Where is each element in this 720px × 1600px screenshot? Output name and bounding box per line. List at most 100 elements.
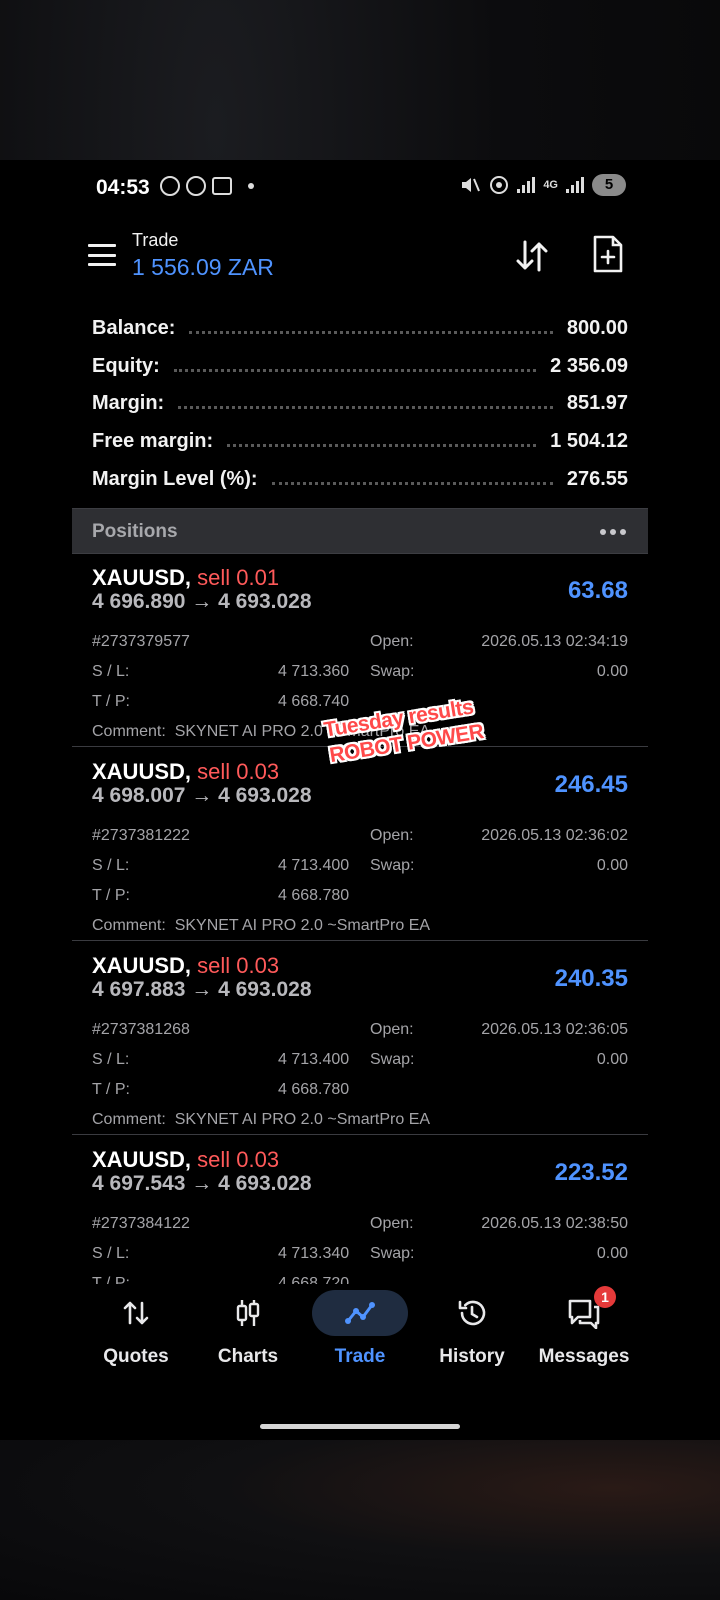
whatsapp-icon — [186, 176, 206, 196]
status-bar: 04:53 4G 5 — [0, 160, 720, 214]
position-prices: 4 697.543 → 4 693.028 — [92, 1172, 312, 1195]
header-balance: 1 556.09 ZAR — [132, 254, 274, 280]
dotted-leader — [178, 406, 553, 410]
trade-icon — [312, 1290, 408, 1336]
position-side: sell 0.03 — [197, 953, 280, 978]
history-icon — [424, 1290, 520, 1336]
summary-value: 1 504.12 — [550, 430, 628, 453]
position-profit: 240.35 — [554, 965, 628, 992]
swap-label: Swap: — [370, 1245, 415, 1262]
position-item[interactable]: XAUUSD, sell 0.03 4 697.883 → 4 693.028 … — [72, 941, 648, 1135]
summary-row-equity: Equity: 2 356.09 — [92, 348, 628, 386]
summary-value: 276.55 — [566, 467, 628, 490]
position-item[interactable]: XAUUSD, sell 0.03 4 698.007 → 4 693.028 … — [72, 747, 648, 941]
open-label: Open: — [370, 1021, 414, 1038]
summary-value: 800.00 — [566, 317, 628, 340]
page-title: Trade — [132, 230, 179, 250]
whatsapp-icon — [160, 176, 180, 196]
nav-history[interactable]: History — [416, 1284, 528, 1380]
sl-value: 4 713.400 — [278, 1051, 350, 1068]
menu-icon[interactable] — [88, 244, 116, 266]
sl-value: 4 713.400 — [278, 857, 350, 874]
summary-row-free-margin: Free margin: 1 504.12 — [92, 423, 628, 461]
nav-label: Trade — [334, 1346, 386, 1367]
tp-label: T / P: — [92, 887, 130, 904]
summary-row-margin: Margin: 851.97 — [92, 385, 628, 423]
sl-label: S / L: — [92, 857, 130, 874]
swap-label: Swap: — [370, 663, 415, 680]
summary-value: 851.97 — [566, 392, 628, 415]
positions-header: Positions — [72, 508, 648, 554]
summary-label: Margin Level (%): — [92, 467, 258, 490]
position-ticket: #2737381222 — [92, 827, 190, 844]
more-options-icon[interactable] — [600, 529, 626, 535]
sl-label: S / L: — [92, 1245, 130, 1262]
swap-label: Swap: — [370, 857, 415, 874]
summary-row-margin-level: Margin Level (%): 276.55 — [92, 460, 628, 498]
swap-value: 0.00 — [596, 1051, 628, 1068]
sl-label: S / L: — [92, 663, 130, 680]
sort-icon[interactable] — [514, 238, 550, 274]
dotted-leader — [189, 331, 553, 335]
quotes-icon — [88, 1290, 184, 1336]
nav-label: Charts — [217, 1346, 279, 1367]
nav-trade[interactable]: Trade — [304, 1284, 416, 1380]
phone-screen: 04:53 4G 5 Trade 1 556.09 ZAR Balance: 8… — [0, 160, 720, 1440]
signal-icon — [517, 177, 536, 193]
battery-icon: 5 — [592, 174, 626, 196]
position-side: sell 0.03 — [197, 1147, 280, 1172]
dotted-leader — [173, 368, 537, 372]
network-type-label: 4G — [543, 179, 558, 191]
summary-value: 2 356.09 — [550, 354, 628, 377]
bottom-navigation: Quotes Charts Trade History 1 Messages — [72, 1284, 648, 1380]
tp-label: T / P: — [92, 693, 130, 710]
new-order-icon[interactable] — [592, 234, 624, 274]
open-time: 2026.05.13 02:38:50 — [481, 1215, 628, 1232]
summary-label: Equity: — [92, 354, 160, 377]
swap-value: 0.00 — [596, 857, 628, 874]
position-comment: Comment: SKYNET AI PRO 2.0 ~SmartPro EA — [92, 917, 431, 934]
nav-quotes[interactable]: Quotes — [80, 1284, 192, 1380]
position-profit: 223.52 — [554, 1159, 628, 1186]
nav-label: Quotes — [103, 1346, 169, 1367]
open-time: 2026.05.13 02:36:05 — [481, 1021, 628, 1038]
sl-value: 4 713.360 — [278, 663, 350, 680]
system-icons: 4G 5 — [459, 174, 626, 196]
swap-label: Swap: — [370, 1051, 415, 1068]
position-ticket: #2737384122 — [92, 1215, 190, 1232]
background-blur-bottom — [0, 1440, 720, 1600]
messages-badge: 1 — [594, 1286, 616, 1308]
position-symbol: XAUUSD, sell 0.01 — [92, 565, 280, 590]
charts-icon — [200, 1290, 296, 1336]
more-notifications-dot — [248, 183, 254, 189]
mute-icon — [462, 178, 481, 192]
notification-icons — [160, 176, 254, 196]
open-time: 2026.05.13 02:36:02 — [481, 827, 628, 844]
positions-title: Positions — [92, 521, 178, 542]
position-profit: 63.68 — [567, 577, 628, 604]
position-ticket: #2737381268 — [92, 1021, 190, 1038]
nav-messages[interactable]: 1 Messages — [528, 1284, 640, 1380]
signal-icon — [566, 177, 584, 193]
position-symbol: XAUUSD, sell 0.03 — [92, 953, 280, 978]
tp-value: 4 668.780 — [278, 887, 350, 904]
account-summary: Balance: 800.00 Equity: 2 356.09 Margin:… — [92, 310, 628, 498]
status-time: 04:53 — [96, 176, 150, 199]
open-label: Open: — [370, 827, 414, 844]
sl-value: 4 713.340 — [278, 1245, 350, 1262]
summary-label: Margin: — [92, 392, 165, 415]
summary-label: Free margin: — [92, 430, 214, 453]
positions-list: XAUUSD, sell 0.01 4 696.890 → 4 693.028 … — [72, 553, 648, 1328]
summary-label: Balance: — [92, 317, 176, 340]
dotted-leader — [227, 444, 537, 448]
swap-value: 0.00 — [596, 663, 628, 680]
swap-value: 0.00 — [596, 1245, 628, 1262]
tp-value: 4 668.740 — [278, 693, 350, 710]
position-side: sell 0.03 — [197, 759, 280, 784]
home-indicator[interactable] — [260, 1424, 460, 1429]
app-header: Trade 1 556.09 ZAR — [0, 214, 720, 314]
open-label: Open: — [370, 1215, 414, 1232]
nav-label: History — [439, 1346, 505, 1367]
position-profit: 246.45 — [554, 771, 628, 798]
nav-charts[interactable]: Charts — [192, 1284, 304, 1380]
